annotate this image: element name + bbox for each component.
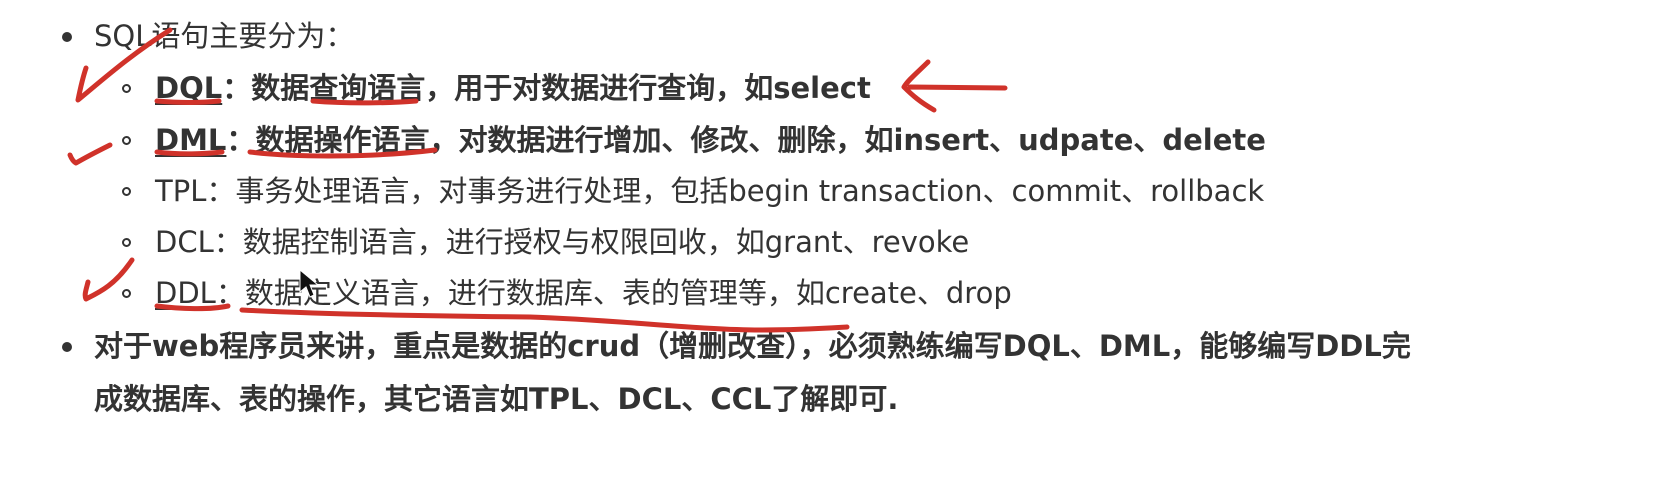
dql-sep: ： — [222, 71, 252, 105]
dql-term: DQL — [155, 71, 223, 105]
sql-intro-text: SQL语句主要分为： — [94, 19, 355, 53]
web-note-line2: 成数据库、表的操作，其它语言如TPL、DCL、CCL了解即可. — [94, 382, 899, 416]
list-item-ddl: DDL：数据定义语言，进行数据库、表的管理等，如create、drop — [155, 279, 1012, 308]
checkmark-icon — [67, 142, 113, 166]
sub-bullet-circle — [122, 136, 131, 145]
dql-desc: 数据查询语言，用于对数据进行查询，如select — [251, 71, 871, 105]
list-item-dcl: DCL：数据控制语言，进行授权与权限回收，如grant、revoke — [155, 228, 969, 257]
ddl-desc: 数据定义语言，进行数据库、表的管理等，如create、drop — [244, 276, 1012, 310]
dcl-sep: ： — [213, 225, 243, 259]
dml-sep: ： — [226, 123, 256, 157]
ddl-sep: ： — [215, 276, 245, 310]
tpl-desc: 事务处理语言，对事务进行处理，包括begin transaction、commi… — [235, 174, 1265, 208]
underline-mark — [239, 307, 850, 333]
dml-desc: 数据操作语言，对数据进行增加、修改、删除，如insert、udpate、dele… — [255, 123, 1266, 157]
tpl-term: TPL — [155, 174, 207, 208]
dcl-desc: 数据控制语言，进行授权与权限回收，如grant、revoke — [242, 225, 970, 259]
list-item-tpl: TPL：事务处理语言，对事务进行处理，包括begin transaction、c… — [155, 177, 1264, 206]
sub-bullet-circle — [122, 289, 131, 298]
sub-bullet-circle — [122, 238, 131, 247]
dcl-term: DCL — [155, 225, 214, 259]
bullet-dot — [62, 32, 72, 42]
bullet-dot — [62, 342, 72, 352]
dml-term: DML — [155, 123, 227, 157]
sub-bullet-circle — [122, 187, 131, 196]
web-note-line1: 对于web程序员来讲，重点是数据的crud（增删改查），必须熟练编写DQL、DM… — [94, 329, 1411, 363]
list-item-dql: DQL：数据查询语言，用于对数据进行查询，如select — [155, 74, 871, 103]
arrow-left-icon — [901, 59, 1008, 113]
sub-bullet-circle — [122, 84, 131, 93]
tpl-sep: ： — [206, 174, 236, 208]
list-item-dml: DML：数据操作语言，对数据进行增加、修改、删除，如insert、udpate、… — [155, 126, 1266, 155]
ddl-term: DDL — [155, 276, 216, 310]
